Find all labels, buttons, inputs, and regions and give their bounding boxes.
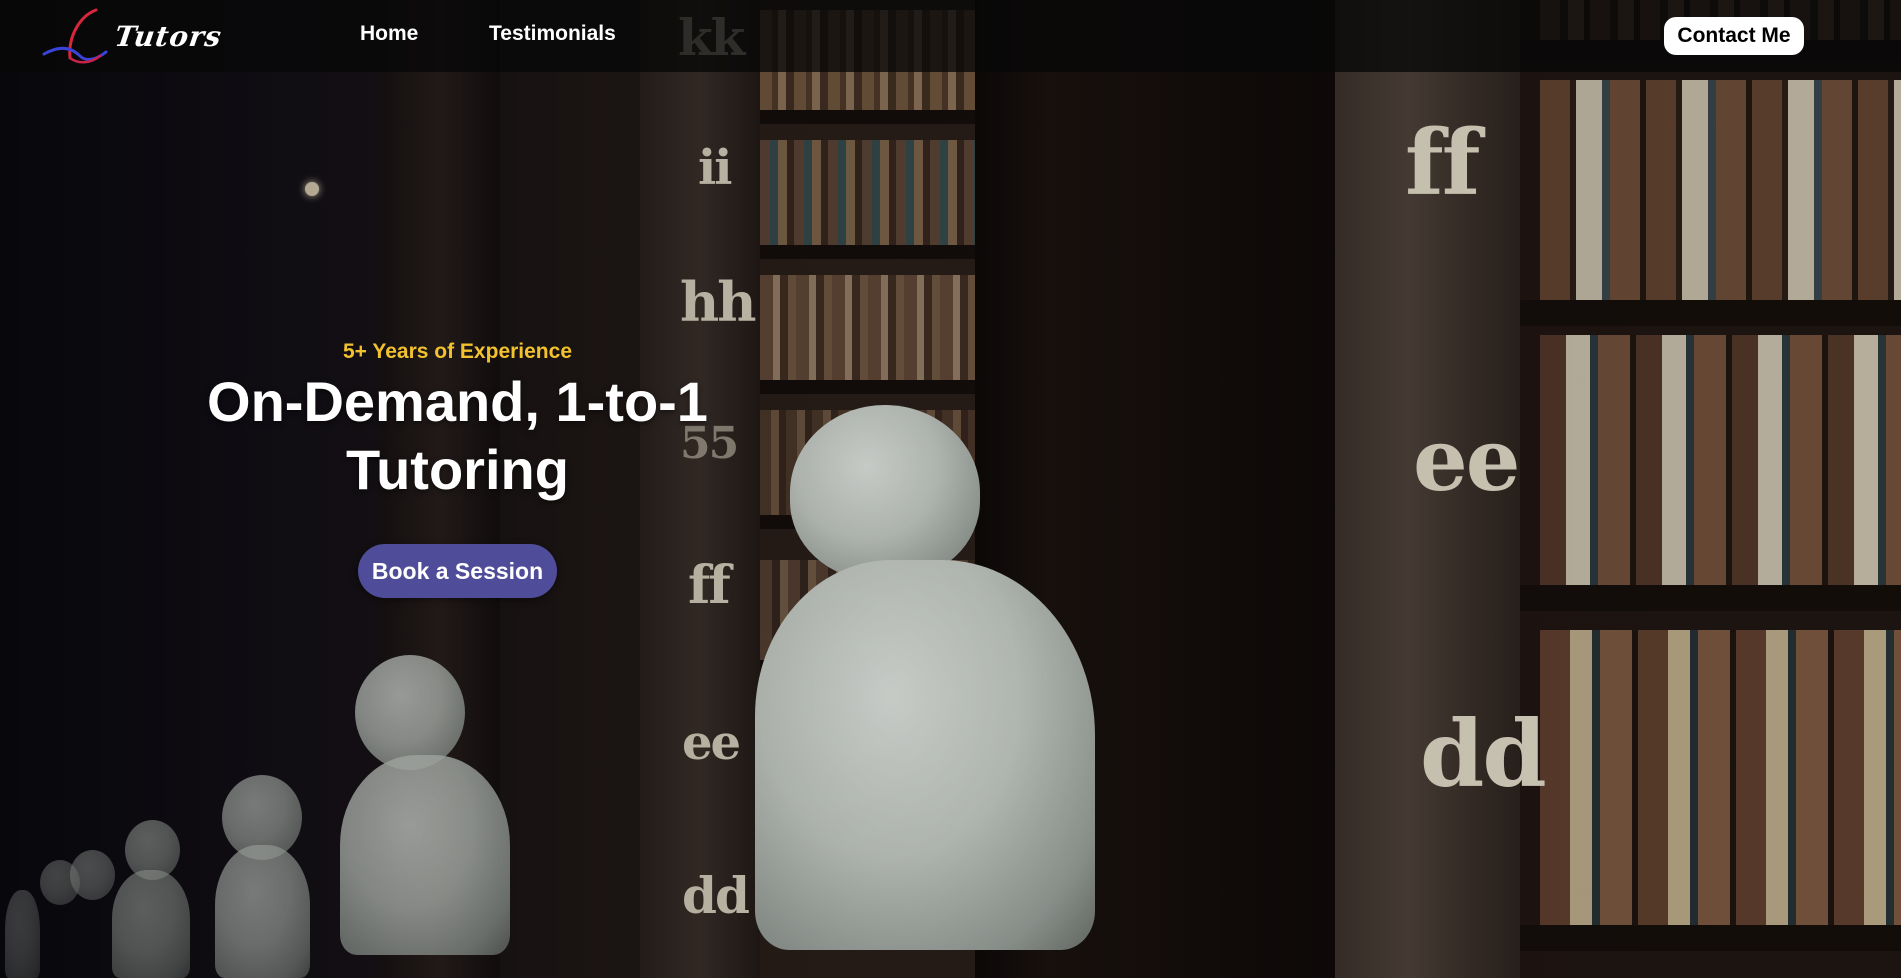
- book-session-button[interactable]: Book a Session: [357, 544, 558, 598]
- top-navbar: Tutors Home Testimonials Contact Me: [0, 0, 1901, 72]
- nav-link-testimonials[interactable]: Testimonials: [489, 22, 616, 46]
- hero-section: 5+ Years of Experience On-Demand, 1-to-1…: [170, 340, 745, 598]
- nav-link-home[interactable]: Home: [360, 22, 418, 46]
- logo-l-icon: [42, 8, 108, 64]
- experience-tagline: 5+ Years of Experience: [342, 340, 572, 363]
- logo-text: Tutors: [112, 20, 225, 53]
- hero-headline-line2: Tutoring: [346, 438, 569, 501]
- hero-headline-line1: On-Demand, 1-to-1: [207, 370, 708, 433]
- logo[interactable]: Tutors: [40, 6, 230, 66]
- hero-headline: On-Demand, 1-to-1 Tutoring: [170, 368, 745, 504]
- contact-me-button[interactable]: Contact Me: [1664, 17, 1804, 55]
